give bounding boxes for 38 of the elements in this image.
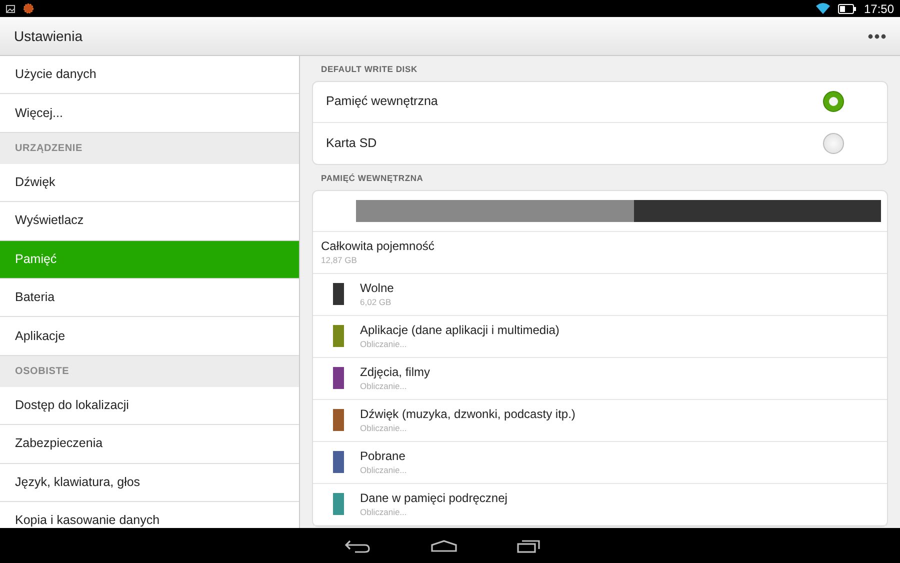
option-label: Karta SD <box>326 134 377 152</box>
option-label: Pamięć wewnętrzna <box>326 93 438 110</box>
sun-icon <box>23 3 34 14</box>
wifi-icon <box>816 3 830 14</box>
total-value: 12,87 GB <box>321 254 358 266</box>
section-header: PAMIĘĆ WEWNĘTRZNA <box>320 172 424 185</box>
category-label: Dane w pamięci podręcznej <box>360 490 508 506</box>
category-value: Obliczanie... <box>360 338 408 350</box>
overflow-menu-icon[interactable] <box>868 34 886 38</box>
radio-button[interactable] <box>823 132 844 154</box>
category-value: Obliczanie... <box>360 506 408 518</box>
category-label: Aplikacje (dane aplikacji i multimedia) <box>360 322 560 338</box>
sidebar-item[interactable]: Dźwięk <box>0 164 299 202</box>
category-value: 6,02 GB <box>360 296 392 308</box>
back-icon[interactable] <box>345 538 371 552</box>
battery-icon <box>838 4 856 14</box>
clock-time: 17:50 <box>864 0 894 18</box>
category-label: Zdjęcia, filmy <box>360 364 430 380</box>
category-label: Wolne <box>360 280 394 296</box>
home-icon[interactable] <box>431 540 457 552</box>
radio-button[interactable] <box>823 91 844 112</box>
app-title: Ustawienia <box>14 26 82 46</box>
total-label: Całkowita pojemność <box>321 238 436 254</box>
section-header: OSOBISTE <box>0 356 299 387</box>
category-value: Obliczanie... <box>360 380 408 392</box>
sidebar-item[interactable]: Dostęp do lokalizacji <box>0 386 299 426</box>
section-header: DEFAULT WRITE DISK <box>320 63 418 76</box>
category-label: Dźwięk (muzyka, dzwonki, podcasty itp.) <box>360 406 576 422</box>
category-value: Obliczanie... <box>360 422 408 434</box>
recent-apps-icon[interactable] <box>517 538 541 552</box>
sidebar-item[interactable]: Zabezpieczenia <box>0 425 299 464</box>
category-value: Obliczanie... <box>360 464 407 476</box>
category-label: Pobrane <box>360 448 406 464</box>
picture-icon <box>6 4 15 12</box>
sidebar-item[interactable]: Bateria <box>0 278 299 318</box>
sidebar-item[interactable]: Użycie danych <box>0 56 299 94</box>
section-header: URZĄDZENIE <box>0 132 299 164</box>
sidebar-item[interactable]: Język, klawiatura, głos <box>0 464 299 502</box>
